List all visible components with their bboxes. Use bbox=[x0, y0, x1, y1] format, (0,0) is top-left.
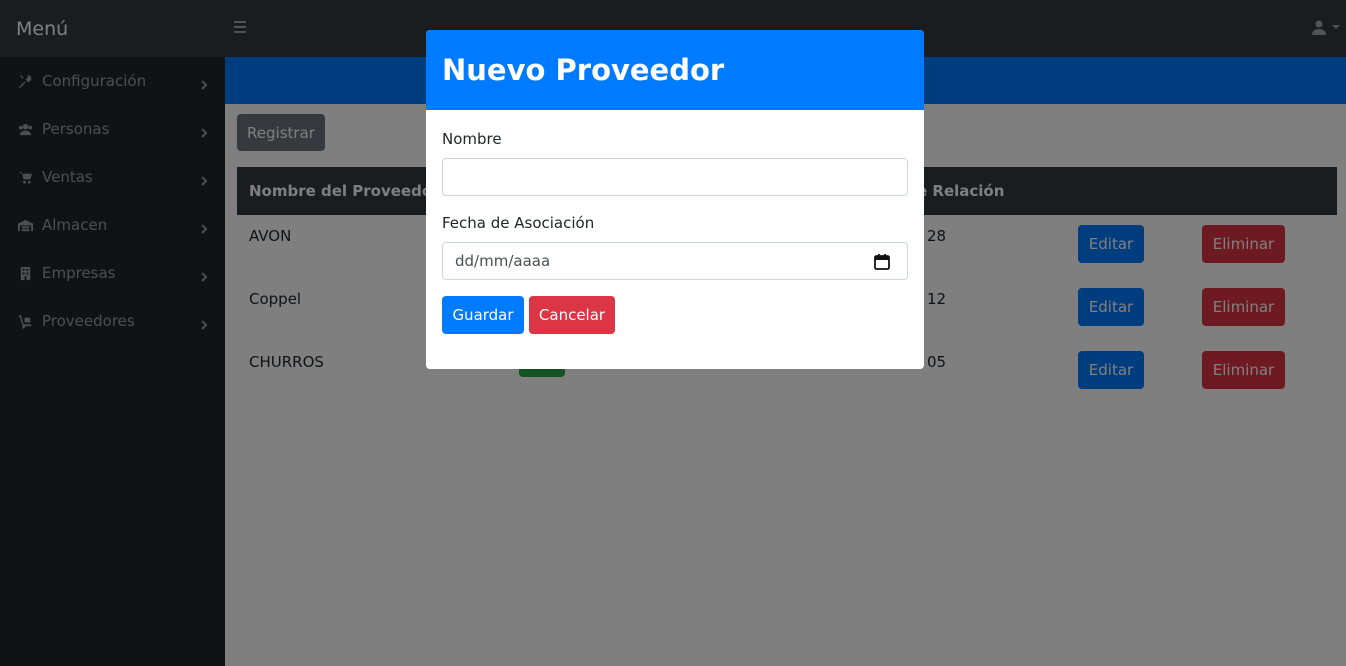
name-field[interactable] bbox=[442, 158, 908, 196]
modal-title: Nuevo Proveedor bbox=[426, 30, 924, 110]
modal-body: Nombre Fecha de Asociación dd/mm/aaaa Gu… bbox=[426, 110, 924, 334]
new-provider-modal: Nuevo Proveedor Nombre Fecha de Asociaci… bbox=[426, 30, 924, 369]
save-button[interactable]: Guardar bbox=[442, 296, 524, 334]
calendar-icon[interactable] bbox=[873, 253, 891, 271]
date-placeholder: dd/mm/aaaa bbox=[455, 252, 551, 270]
date-field[interactable]: dd/mm/aaaa bbox=[442, 242, 908, 280]
cancel-button[interactable]: Cancelar bbox=[529, 296, 615, 334]
modal-actions: Guardar Cancelar bbox=[442, 296, 908, 334]
date-label: Fecha de Asociación bbox=[442, 214, 595, 232]
name-label: Nombre bbox=[442, 130, 502, 148]
